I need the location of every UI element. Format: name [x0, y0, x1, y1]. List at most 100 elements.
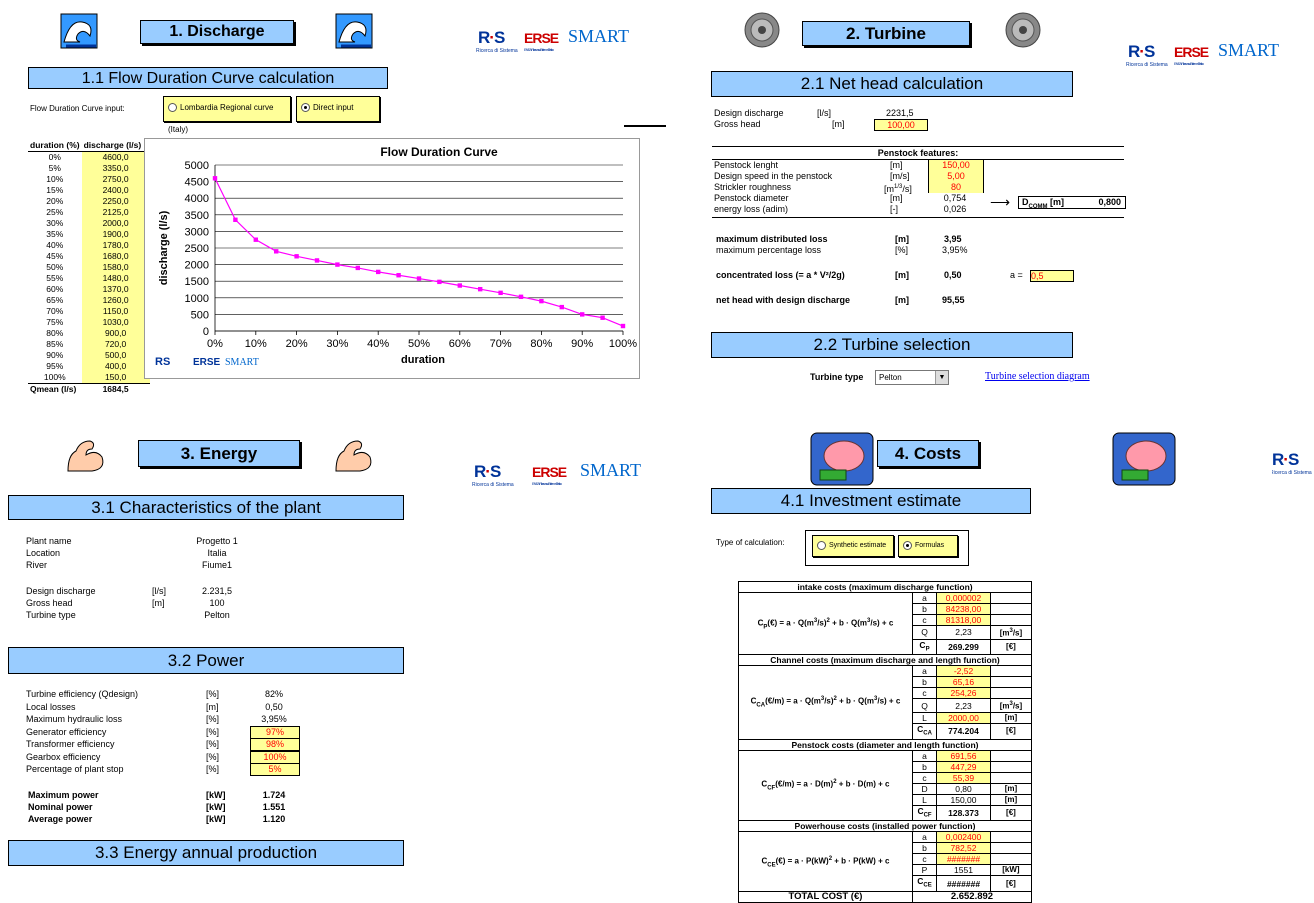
discharge-cell[interactable]: 1030,0 [81, 317, 150, 328]
y-tick-label: 0 [203, 326, 209, 338]
chevron-down-icon: ▼ [935, 371, 948, 384]
table-row: 0% 4600,0 [28, 151, 150, 163]
data-point [335, 262, 340, 267]
power-label: Local losses [26, 701, 76, 712]
discharge-cell[interactable]: 400,0 [81, 361, 150, 372]
power-input[interactable]: 5% [250, 763, 300, 776]
discharge-cell[interactable]: 900,0 [81, 328, 150, 339]
cost-unit: [m] [989, 712, 1033, 724]
turbine-type-select[interactable]: Pelton ▼ [875, 370, 949, 385]
x-tick-label: 10% [245, 338, 267, 350]
qmean-row: Qmean (l/s) 1684,5 [28, 383, 150, 395]
discharge-cell[interactable]: 500,0 [81, 350, 150, 361]
y-tick-label: 2000 [185, 260, 209, 272]
cost-input[interactable]: 81318,00 [936, 614, 991, 626]
cost-input[interactable]: 84238,00 [936, 603, 991, 615]
penstock-input[interactable]: 150,00 [928, 160, 984, 171]
discharge-cell[interactable]: 1370,0 [81, 284, 150, 295]
cost-input[interactable]: 65,16 [936, 676, 991, 689]
cost-input[interactable]: 447,29 [936, 760, 991, 773]
discharge-cell[interactable]: 2000,0 [81, 218, 150, 229]
wave-icon [60, 12, 100, 50]
radio-on-icon [903, 540, 912, 550]
discharge-cell[interactable]: 1480,0 [81, 273, 150, 284]
power-input[interactable]: 98% [250, 738, 300, 751]
cost-input[interactable]: 254,26 [936, 687, 991, 700]
discharge-cell[interactable]: 150,0 [81, 372, 150, 384]
penstock-header: Penstock features: [712, 148, 1124, 160]
y-tick-label: 3500 [185, 210, 209, 222]
cost-value: 2,23 [936, 698, 991, 713]
turbine-diagram-link[interactable]: Turbine selection diagram [985, 371, 1090, 382]
data-point [498, 290, 503, 296]
cost-param: D [911, 782, 938, 795]
synthetic-estimate-option[interactable]: Synthetic estimate [812, 535, 894, 557]
cost-param: CCE [911, 875, 938, 893]
cost-param: P [911, 864, 938, 877]
discharge-cell[interactable]: 1780,0 [81, 240, 150, 251]
penstock-unit: [m] [890, 193, 903, 203]
power-parameters: Turbine efficiency (Qdesign) [%] 82% Local … [26, 688, 326, 776]
penstock-value: 0,754 [943, 193, 967, 203]
formulas-option[interactable]: Formulas [898, 535, 958, 557]
duration-cell: 50% [46, 262, 64, 272]
radio-on-icon [301, 103, 310, 113]
a-input[interactable]: 0,5 [1030, 270, 1074, 282]
table-row: 60% 1370,0 [28, 284, 150, 295]
discharge-cell[interactable]: 1260,0 [81, 295, 150, 306]
penstock-input[interactable]: 5,00 [928, 171, 984, 182]
cost-input[interactable]: 691,56 [936, 749, 991, 762]
power-result-unit: [kW] [206, 790, 226, 800]
penstock-row: Penstock lenght [m] 150,00 [714, 160, 994, 171]
cost-input[interactable]: 2000,00 [936, 712, 991, 724]
cost-input[interactable]: 0,000002 [936, 592, 991, 604]
discharge-cell[interactable]: 1580,0 [81, 262, 150, 273]
data-point [580, 312, 585, 317]
discharge-cell[interactable]: 2125,0 [81, 207, 150, 218]
lombardia-option[interactable]: Lombardia Regional curve (Italy) [163, 96, 291, 134]
rs-logo: R·S Ricerca di Sistema [476, 28, 518, 54]
power-input[interactable]: 97% [250, 725, 300, 739]
cost-input[interactable]: 55,39 [936, 771, 991, 784]
max-pct-loss-label: maximum percentage loss [716, 245, 822, 255]
power-result-row: Maximum power [kW] 1.724 [28, 789, 328, 801]
y-tick-label: 4000 [185, 193, 209, 205]
cost-unit: [m3/s] [989, 625, 1033, 640]
radio-off-icon [817, 540, 826, 550]
discharge-cell[interactable]: 1150,0 [81, 306, 150, 317]
direct-input-option[interactable]: Direct input [296, 96, 380, 122]
cost-input[interactable]: 0,002400 [936, 831, 991, 844]
turbine-wheel-icon [1003, 10, 1043, 50]
discharge-cell[interactable]: 1680,0 [81, 251, 150, 262]
header-rule [624, 125, 666, 127]
cost-param: CCA [911, 723, 938, 740]
discharge-cell[interactable]: 2750,0 [81, 174, 150, 185]
discharge-cell[interactable]: 2400,0 [81, 185, 150, 196]
cost-input[interactable]: -2,52 [936, 665, 991, 678]
power-results: Maximum power [kW] 1.724 Nominal power [kW] 1… [28, 789, 328, 825]
rs-logo: RS [155, 356, 170, 368]
penstock-row: energy loss (adim) [-] 0,026 [714, 204, 994, 215]
discharge-cell[interactable]: 720,0 [81, 339, 150, 350]
cost-input[interactable]: ####### [936, 853, 991, 866]
cost-unit [989, 749, 1033, 762]
power-label: Turbine efficiency (Qdesign) [26, 689, 139, 699]
conc-loss-unit: [m] [895, 270, 909, 280]
power-result-unit: [kW] [206, 814, 226, 824]
penstock-input[interactable]: 80 [928, 182, 984, 193]
gross-head-input[interactable]: 100,00 [874, 119, 928, 131]
discharge-cell[interactable]: 4600,0 [81, 151, 150, 163]
cost-param: c [911, 687, 938, 700]
cost-value: 0,80 [936, 782, 991, 795]
discharge-cell[interactable]: 3350,0 [81, 163, 150, 174]
power-input[interactable]: 100% [250, 750, 300, 764]
power-result-row: Nominal power [kW] 1.551 [28, 801, 328, 813]
power-unit: [%] [206, 764, 220, 774]
table-row: 10% 2750,0 [28, 174, 150, 185]
cost-row: CP(€) = a · Q(m3/s)2 + b · Q(m3/s) + ca0… [738, 591, 1033, 656]
discharge-cell[interactable]: 1900,0 [81, 229, 150, 240]
penstock-label: Design speed in the penstock [714, 171, 833, 181]
cost-input[interactable]: 782,52 [936, 842, 991, 855]
smart-logo: SMART [568, 26, 629, 46]
discharge-cell[interactable]: 2250,0 [81, 196, 150, 207]
